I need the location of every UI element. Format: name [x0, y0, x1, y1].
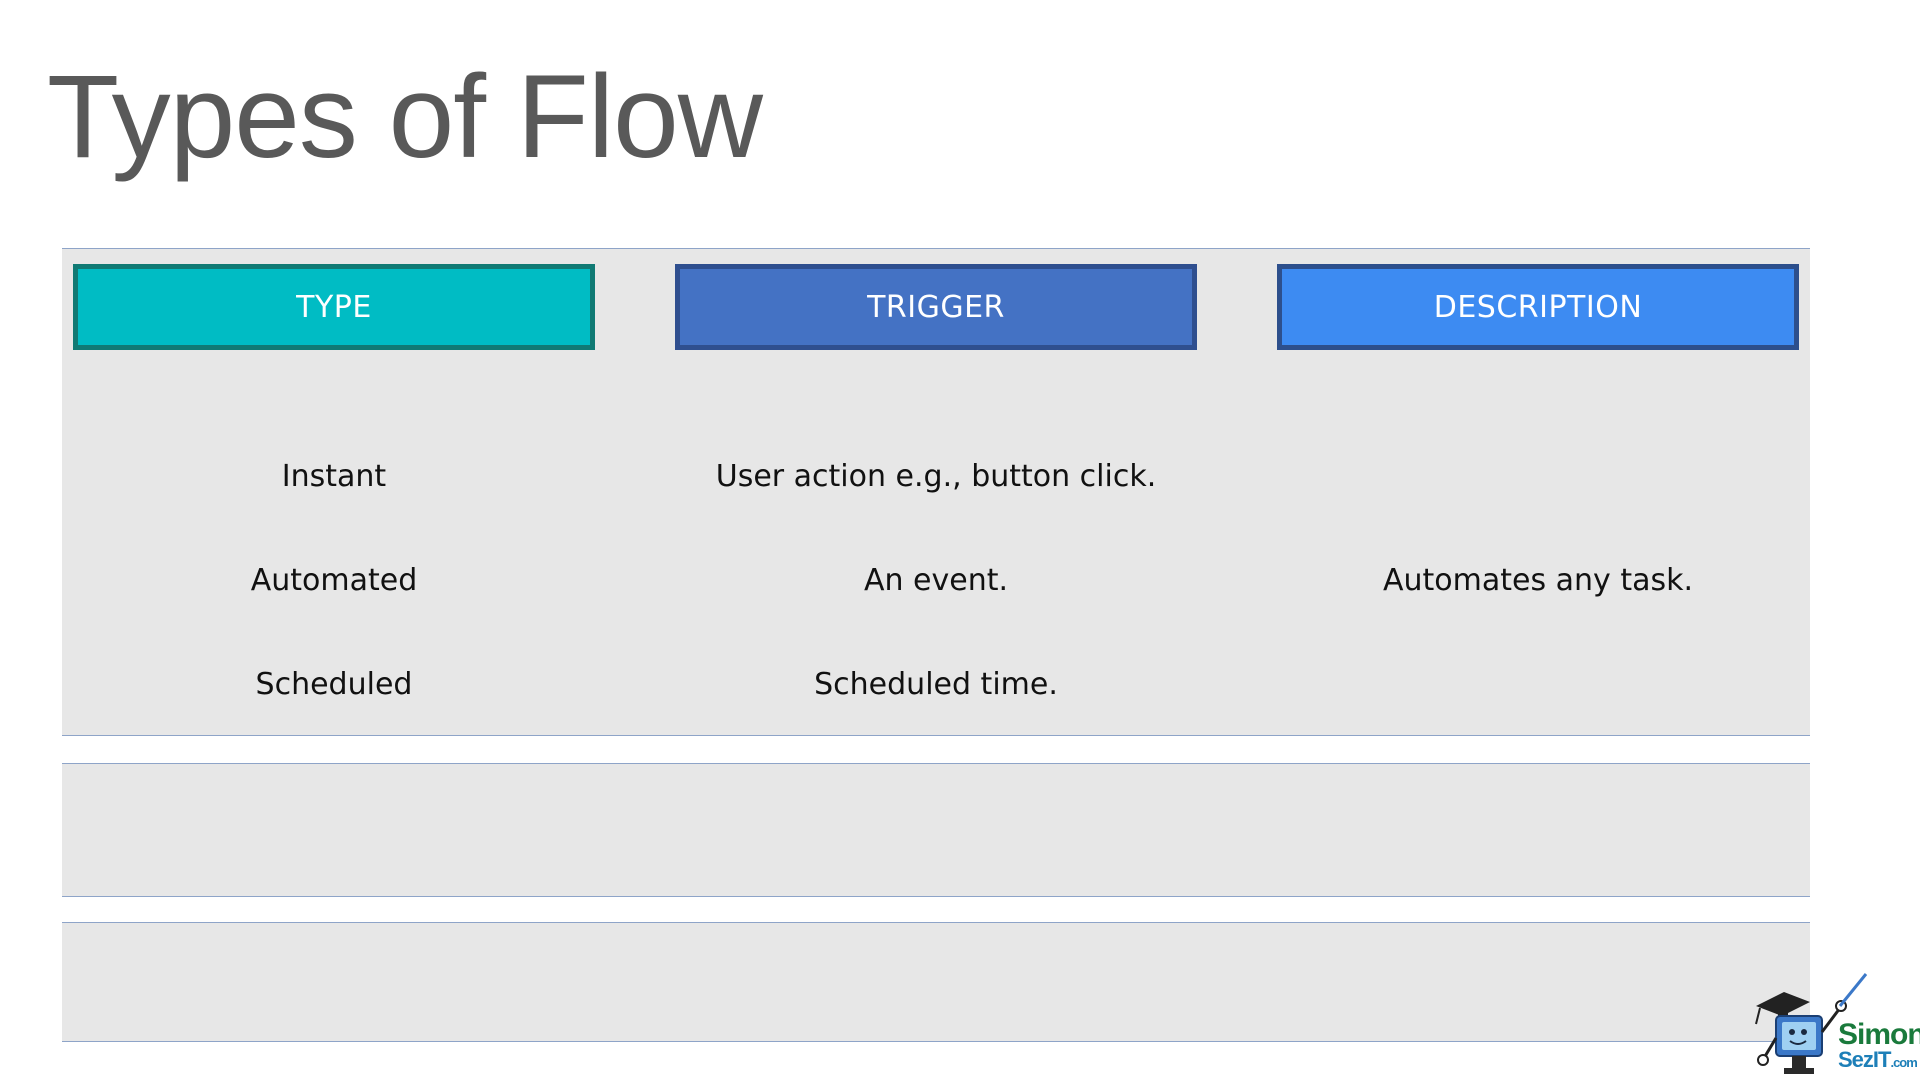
header-type: TYPE — [73, 264, 595, 350]
table-cell-trigger: An event. — [863, 563, 1009, 598]
header-type-label: TYPE — [296, 289, 372, 325]
header-description: DESCRIPTION — [1277, 264, 1799, 350]
logo-subtext: SezIT.com — [1838, 1047, 1918, 1072]
table-cell-description: Automates any task. — [1382, 563, 1694, 598]
table-cell-type: Automated — [250, 563, 418, 598]
slide: Types of Flow TYPE TRIGGER DESCRIPTION I… — [0, 0, 1920, 1080]
slide-title: Types of Flow — [47, 51, 763, 183]
header-trigger: TRIGGER — [675, 264, 1197, 350]
table-cell-trigger: Scheduled time. — [814, 667, 1058, 702]
empty-panel — [62, 763, 1810, 897]
table-cell-trigger: User action e.g., button click. — [715, 459, 1157, 494]
empty-panel — [62, 922, 1810, 1042]
header-description-label: DESCRIPTION — [1433, 289, 1643, 325]
header-trigger-label: TRIGGER — [867, 289, 1005, 325]
table-cell-type: Instant — [281, 459, 387, 494]
table-cell-type: Scheduled — [255, 667, 413, 702]
